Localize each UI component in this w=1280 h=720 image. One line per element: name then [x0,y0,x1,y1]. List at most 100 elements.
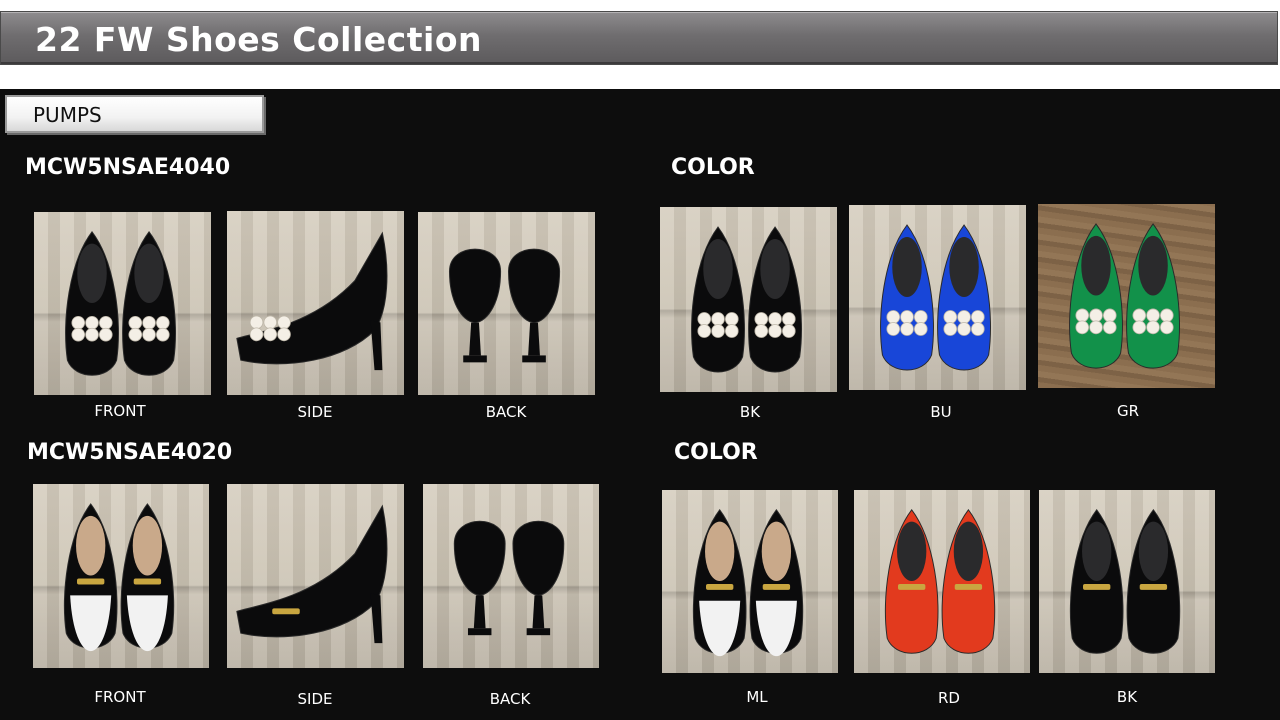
shoe-back [512,520,565,636]
product-photo-front [34,212,211,395]
shoe-front [880,224,934,371]
catalog-panel: PUMPS MCW5NSAE4040 COLOR FRONT SIDE BACK… [0,89,1280,720]
pearl-ornament [85,327,99,342]
view-caption-front: FRONT [94,402,146,420]
pearl-ornament [1089,308,1103,323]
page-title: 22 FW Shoes Collection [35,20,482,59]
color-caption: GR [1116,402,1140,420]
pearl-ornament [85,315,99,330]
pearl-ornament [98,327,113,342]
gold-bar-ornament [762,583,791,590]
pearl-ornament [249,327,264,342]
shoe-front [1069,508,1124,654]
color-caption: BU [930,403,952,421]
pearl-ornament [754,312,769,326]
pearl-ornament [1102,308,1117,323]
pearl-ornament [971,322,985,336]
product-photo-front [33,484,209,668]
color-caption: BK [1116,688,1138,706]
pearl-ornament [943,310,958,324]
shoe-front [1069,223,1123,369]
view-caption-side: SIDE [297,690,333,708]
pearl-ornament [782,312,796,326]
pearl-ornament [1132,320,1147,335]
pearl-ornament [943,322,958,336]
pearl-ornament [156,315,170,330]
color-swatch-photo [854,490,1030,673]
color-swatch-photo [1039,490,1215,673]
pearl-ornament [71,315,86,330]
pearl-ornament [768,312,782,326]
gold-bar-ornament [706,583,734,590]
pearl-ornament [754,324,769,338]
color-caption: ML [746,688,768,706]
shoe-front [65,230,119,376]
product-photo-side [227,484,404,668]
pearl-ornament [724,312,739,326]
gold-bar-ornament [77,578,105,585]
gold-bar-ornament [1083,583,1111,590]
category-tab: PUMPS [5,95,264,133]
product-photo-side [227,211,404,395]
pearl-ornament [1160,308,1174,323]
gold-bar-ornament [954,583,983,590]
shoe-back [453,520,506,636]
shoe-front [1126,508,1181,654]
pearl-ornament [724,324,739,338]
pearl-ornament [782,324,796,338]
gold-bar-ornament [898,583,926,590]
pearl-ornament [697,324,712,338]
pearl-ornament [249,315,264,330]
shoe-front [120,503,175,652]
pearl-ornament [263,327,278,342]
pearl-ornament [156,327,170,342]
gold-bar-ornament [1139,583,1168,590]
pearl-ornament [886,322,901,336]
pearl-ornament [277,315,291,330]
color-heading-2: COLOR [674,440,758,465]
pearl-ornament [142,315,156,330]
pearl-ornament [277,327,291,342]
pearl-ornament [913,322,928,336]
gold-bar-ornament [133,578,162,585]
shoe-front [748,226,802,373]
pearl-ornament [697,312,712,326]
shoe-front [884,508,939,654]
pearl-ornament [1089,320,1103,335]
pearl-ornament [142,327,156,342]
pearl-ornament [900,310,914,324]
shoe-front [63,503,118,652]
pearl-ornament [128,315,143,330]
pearl-ornament [957,310,971,324]
color-caption: BK [739,403,761,421]
gold-bar-ornament [272,608,300,615]
pearl-ornament [957,322,971,336]
pearl-ornament [71,327,86,342]
shoe-side [236,504,388,644]
pearl-ornament [1160,320,1174,335]
shoe-back [507,248,561,363]
shoe-front [1126,223,1180,369]
pearl-ornament [1102,320,1117,335]
pearl-ornament [128,327,143,342]
shoe-front [122,230,176,376]
pearl-ornament [1146,308,1160,323]
view-caption-back: BACK [485,403,527,421]
shoe-front [692,508,747,657]
title-banner: 22 FW Shoes Collection [0,11,1278,65]
shoe-front [941,508,996,654]
pearl-ornament [711,324,725,338]
pearl-ornament [768,324,782,338]
pearl-ornament [98,315,113,330]
pearl-ornament [1075,308,1090,323]
category-label: PUMPS [33,103,102,127]
view-caption-side: SIDE [297,403,333,421]
color-swatch-photo [660,207,837,392]
shoe-front [691,226,745,373]
product-photo-back [423,484,599,668]
pearl-ornament [886,310,901,324]
color-caption: RD [938,689,960,707]
color-heading-1: COLOR [671,155,755,180]
shoe-side [236,231,388,371]
model-code-2: MCW5NSAE4020 [27,440,233,465]
